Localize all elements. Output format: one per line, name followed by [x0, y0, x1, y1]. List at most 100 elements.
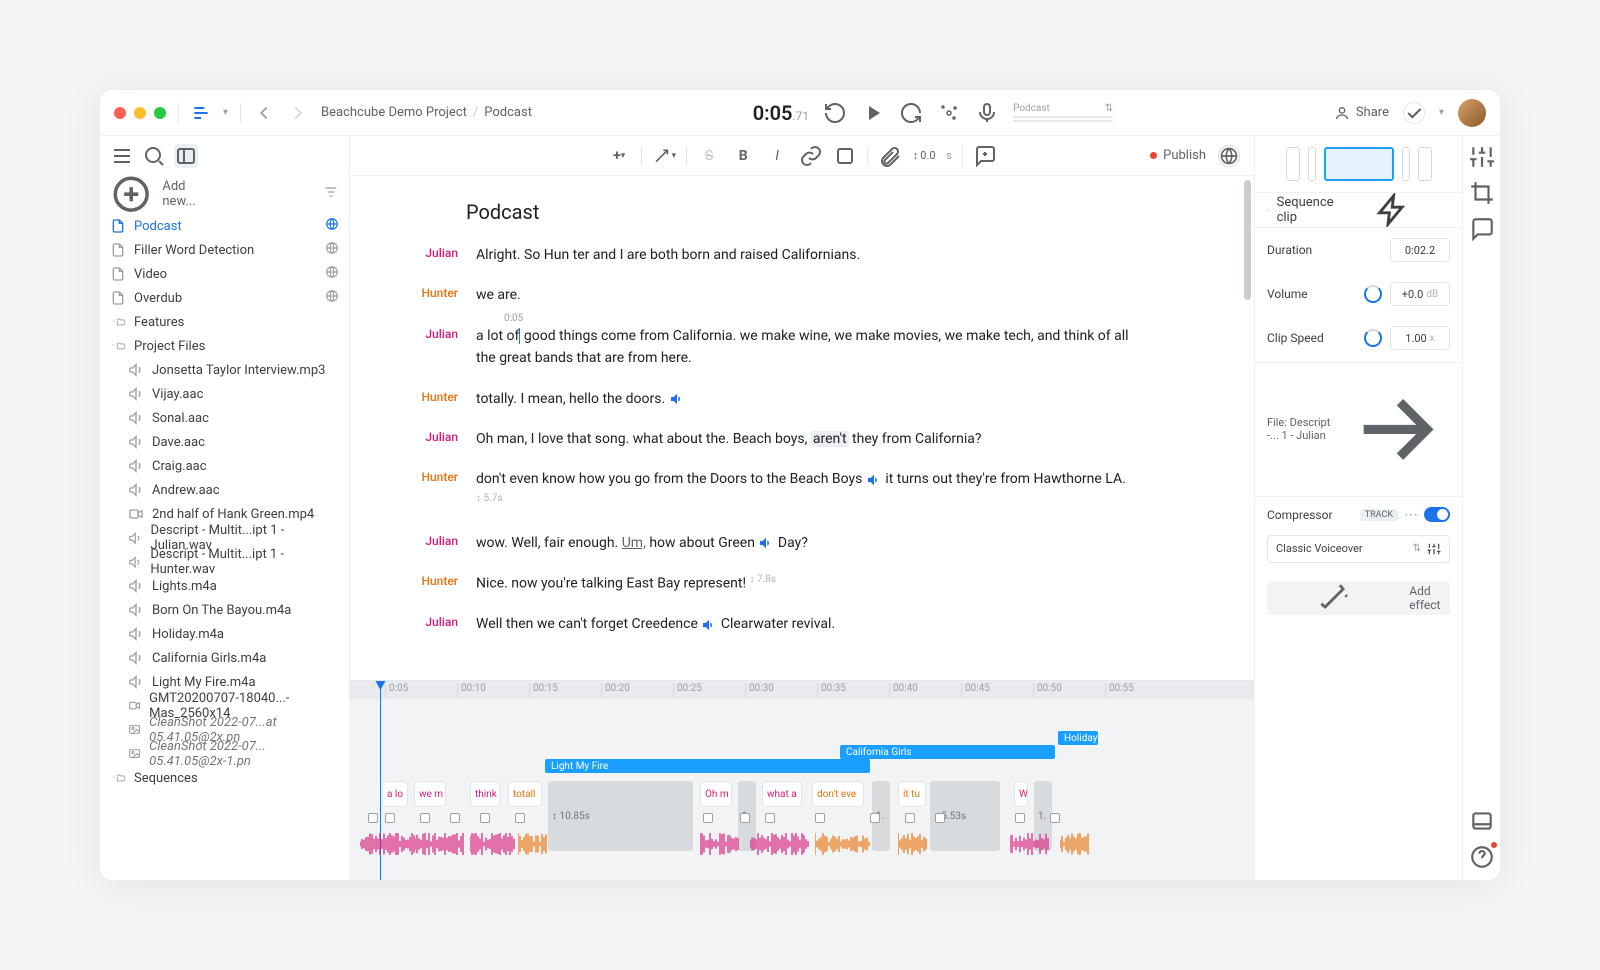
sidebar-item[interactable]: Andrew.aac — [100, 478, 349, 502]
keyframe-handle[interactable] — [703, 813, 713, 823]
speaker-label[interactable]: Julian — [410, 428, 458, 444]
sidebar-item[interactable]: Lights.m4a — [100, 574, 349, 598]
add-new-button[interactable]: Add new... — [110, 173, 196, 215]
publish-button[interactable]: Publish — [1150, 148, 1206, 163]
sidebar-item[interactable]: Sonal.aac — [100, 406, 349, 430]
breadcrumb-project[interactable]: Beachcube Demo Project — [321, 105, 467, 120]
keyframe-handle[interactable] — [1050, 813, 1060, 823]
breadcrumb-page[interactable]: Podcast — [484, 105, 532, 120]
speaker-label[interactable]: Julian — [410, 325, 458, 341]
close-window-button[interactable] — [114, 107, 126, 119]
preview-segment-selected[interactable] — [1324, 147, 1394, 181]
bolt-icon[interactable] — [1334, 193, 1450, 227]
sidebar-item[interactable]: California Girls.m4a — [100, 646, 349, 670]
sidebar-item[interactable]: Vijay.aac — [100, 382, 349, 406]
keyframe-handle[interactable] — [935, 813, 945, 823]
transcript-line[interactable]: Julian Well then we can't forget Creeden… — [410, 613, 1134, 635]
preview-segment[interactable] — [1308, 147, 1316, 181]
panel-toggle-icon[interactable] — [174, 144, 198, 168]
speaker-label[interactable]: Julian — [410, 532, 458, 548]
speaker-label[interactable]: Hunter — [410, 284, 458, 300]
keyframe-handle[interactable] — [420, 813, 430, 823]
timeline-clip[interactable]: California Girls — [840, 745, 1055, 759]
sliders-icon[interactable] — [1469, 144, 1495, 170]
preview-segment[interactable] — [1402, 147, 1410, 181]
transcript-line[interactable]: JulianAlright. So Hun ter and I are both… — [410, 244, 1134, 266]
sidebar-list[interactable]: PodcastFiller Word DetectionVideoOverdub… — [100, 212, 349, 880]
keyframe-handle[interactable] — [480, 813, 490, 823]
italic-button[interactable]: I — [765, 144, 789, 168]
transcript-text[interactable]: totally. I mean, hello the doors. — [476, 388, 685, 410]
compressor-toggle[interactable] — [1424, 507, 1450, 522]
check-menu-button[interactable] — [1403, 102, 1425, 124]
preview-segment[interactable] — [1418, 147, 1432, 181]
microphone-button[interactable] — [975, 101, 999, 125]
sidebar-item[interactable]: Project Files — [100, 334, 349, 358]
duration-input[interactable]: 0:02.2 — [1390, 238, 1450, 262]
sidebar-item[interactable]: Born On The Bayou.m4a — [100, 598, 349, 622]
timeline-word[interactable]: what a — [762, 781, 802, 807]
insert-button[interactable]: +▾ — [607, 144, 631, 168]
transcript-text[interactable]: Well then we can't forget Creedence Clea… — [476, 613, 835, 635]
keyframe-handle[interactable] — [1015, 813, 1025, 823]
speaker-label[interactable]: Hunter — [410, 468, 458, 484]
caret-down-icon[interactable]: ▾ — [223, 107, 228, 118]
timeline-word[interactable]: totall — [508, 781, 542, 807]
scrollbar-thumb[interactable] — [1244, 180, 1251, 300]
keyframe-handle[interactable] — [368, 813, 378, 823]
transcript-line[interactable]: Hunter we are. — [410, 284, 1134, 306]
link-button[interactable] — [799, 144, 823, 168]
filter-icon[interactable] — [323, 184, 339, 204]
bold-button[interactable]: B — [731, 144, 755, 168]
user-avatar[interactable] — [1458, 99, 1486, 127]
sidebar-item[interactable]: Sequences — [100, 766, 349, 790]
more-icon[interactable]: ⋯ — [1404, 507, 1418, 523]
minimize-window-button[interactable] — [134, 107, 146, 119]
preset-select[interactable]: Classic Voiceover ⇅ — [1267, 535, 1450, 563]
attachment-button[interactable] — [878, 144, 902, 168]
sidebar-item[interactable]: Holiday.m4a — [100, 622, 349, 646]
comment-button[interactable] — [973, 144, 997, 168]
play-button[interactable] — [861, 101, 885, 125]
sidebar-item[interactable]: Features — [100, 310, 349, 334]
transcript-text[interactable]: Alright. So Hun ter and I are both born … — [476, 244, 860, 266]
transcript-text[interactable]: Nice. now you're talking East Bay repres… — [476, 572, 776, 595]
nav-back-button[interactable] — [253, 102, 275, 124]
sidebar-item[interactable]: Craig.aac — [100, 454, 349, 478]
transcript-text[interactable]: Oh man, I love that song. what about the… — [476, 428, 981, 450]
speaker-label[interactable]: Julian — [410, 613, 458, 629]
keyframe-handle[interactable] — [385, 813, 395, 823]
sidebar-item[interactable]: Video — [100, 262, 349, 286]
speed-input[interactable]: 1.00x — [1390, 326, 1450, 350]
timeline-word[interactable]: we m — [414, 781, 446, 807]
timeline-word[interactable]: Oh m — [700, 781, 732, 807]
page-title[interactable]: Podcast — [466, 200, 1134, 224]
layout-icon[interactable] — [1469, 808, 1495, 834]
redo-button[interactable] — [899, 101, 923, 125]
sidebar-item[interactable]: Descript - Multit...ipt 1 - Hunter.wav — [100, 550, 349, 574]
search-icon[interactable] — [142, 144, 166, 168]
timeline-ruler[interactable]: 0:0500:1000:1500:2000:2500:3000:3500:400… — [350, 681, 1254, 699]
timeline-word[interactable]: don't eve — [812, 781, 864, 807]
volume-input[interactable]: +0.0dB — [1390, 282, 1450, 306]
transcript-text[interactable]: we are. — [476, 284, 521, 306]
sidebar-item[interactable]: Podcast — [100, 214, 349, 238]
transcript-line[interactable]: Hunterdon't even know how you go from th… — [410, 468, 1134, 513]
keyframe-handle[interactable] — [740, 813, 750, 823]
transcript-line[interactable]: Julian Oh man, I love that song. what ab… — [410, 428, 1134, 450]
transcript-line[interactable]: Julian wow. Well, fair enough. Um, how a… — [410, 532, 1134, 554]
transcript-text[interactable]: wow. Well, fair enough. Um, how about Gr… — [476, 532, 808, 554]
keyframe-handle[interactable] — [905, 813, 915, 823]
speed-knob[interactable] — [1364, 329, 1382, 347]
comment-icon[interactable] — [1469, 216, 1495, 242]
share-button[interactable]: Share — [1334, 105, 1389, 121]
keyframe-handle[interactable] — [450, 813, 460, 823]
nav-forward-button[interactable] — [287, 102, 309, 124]
preview-segment[interactable] — [1286, 147, 1300, 181]
keyframe-handle[interactable] — [870, 813, 880, 823]
transcript-line[interactable]: HunterNice. now you're talking East Bay … — [410, 572, 1134, 595]
caret-down-icon[interactable]: ▾ — [1439, 107, 1444, 118]
keyframe-handle[interactable] — [765, 813, 775, 823]
app-logo[interactable] — [191, 103, 211, 123]
sparkle-icon[interactable] — [937, 101, 961, 125]
